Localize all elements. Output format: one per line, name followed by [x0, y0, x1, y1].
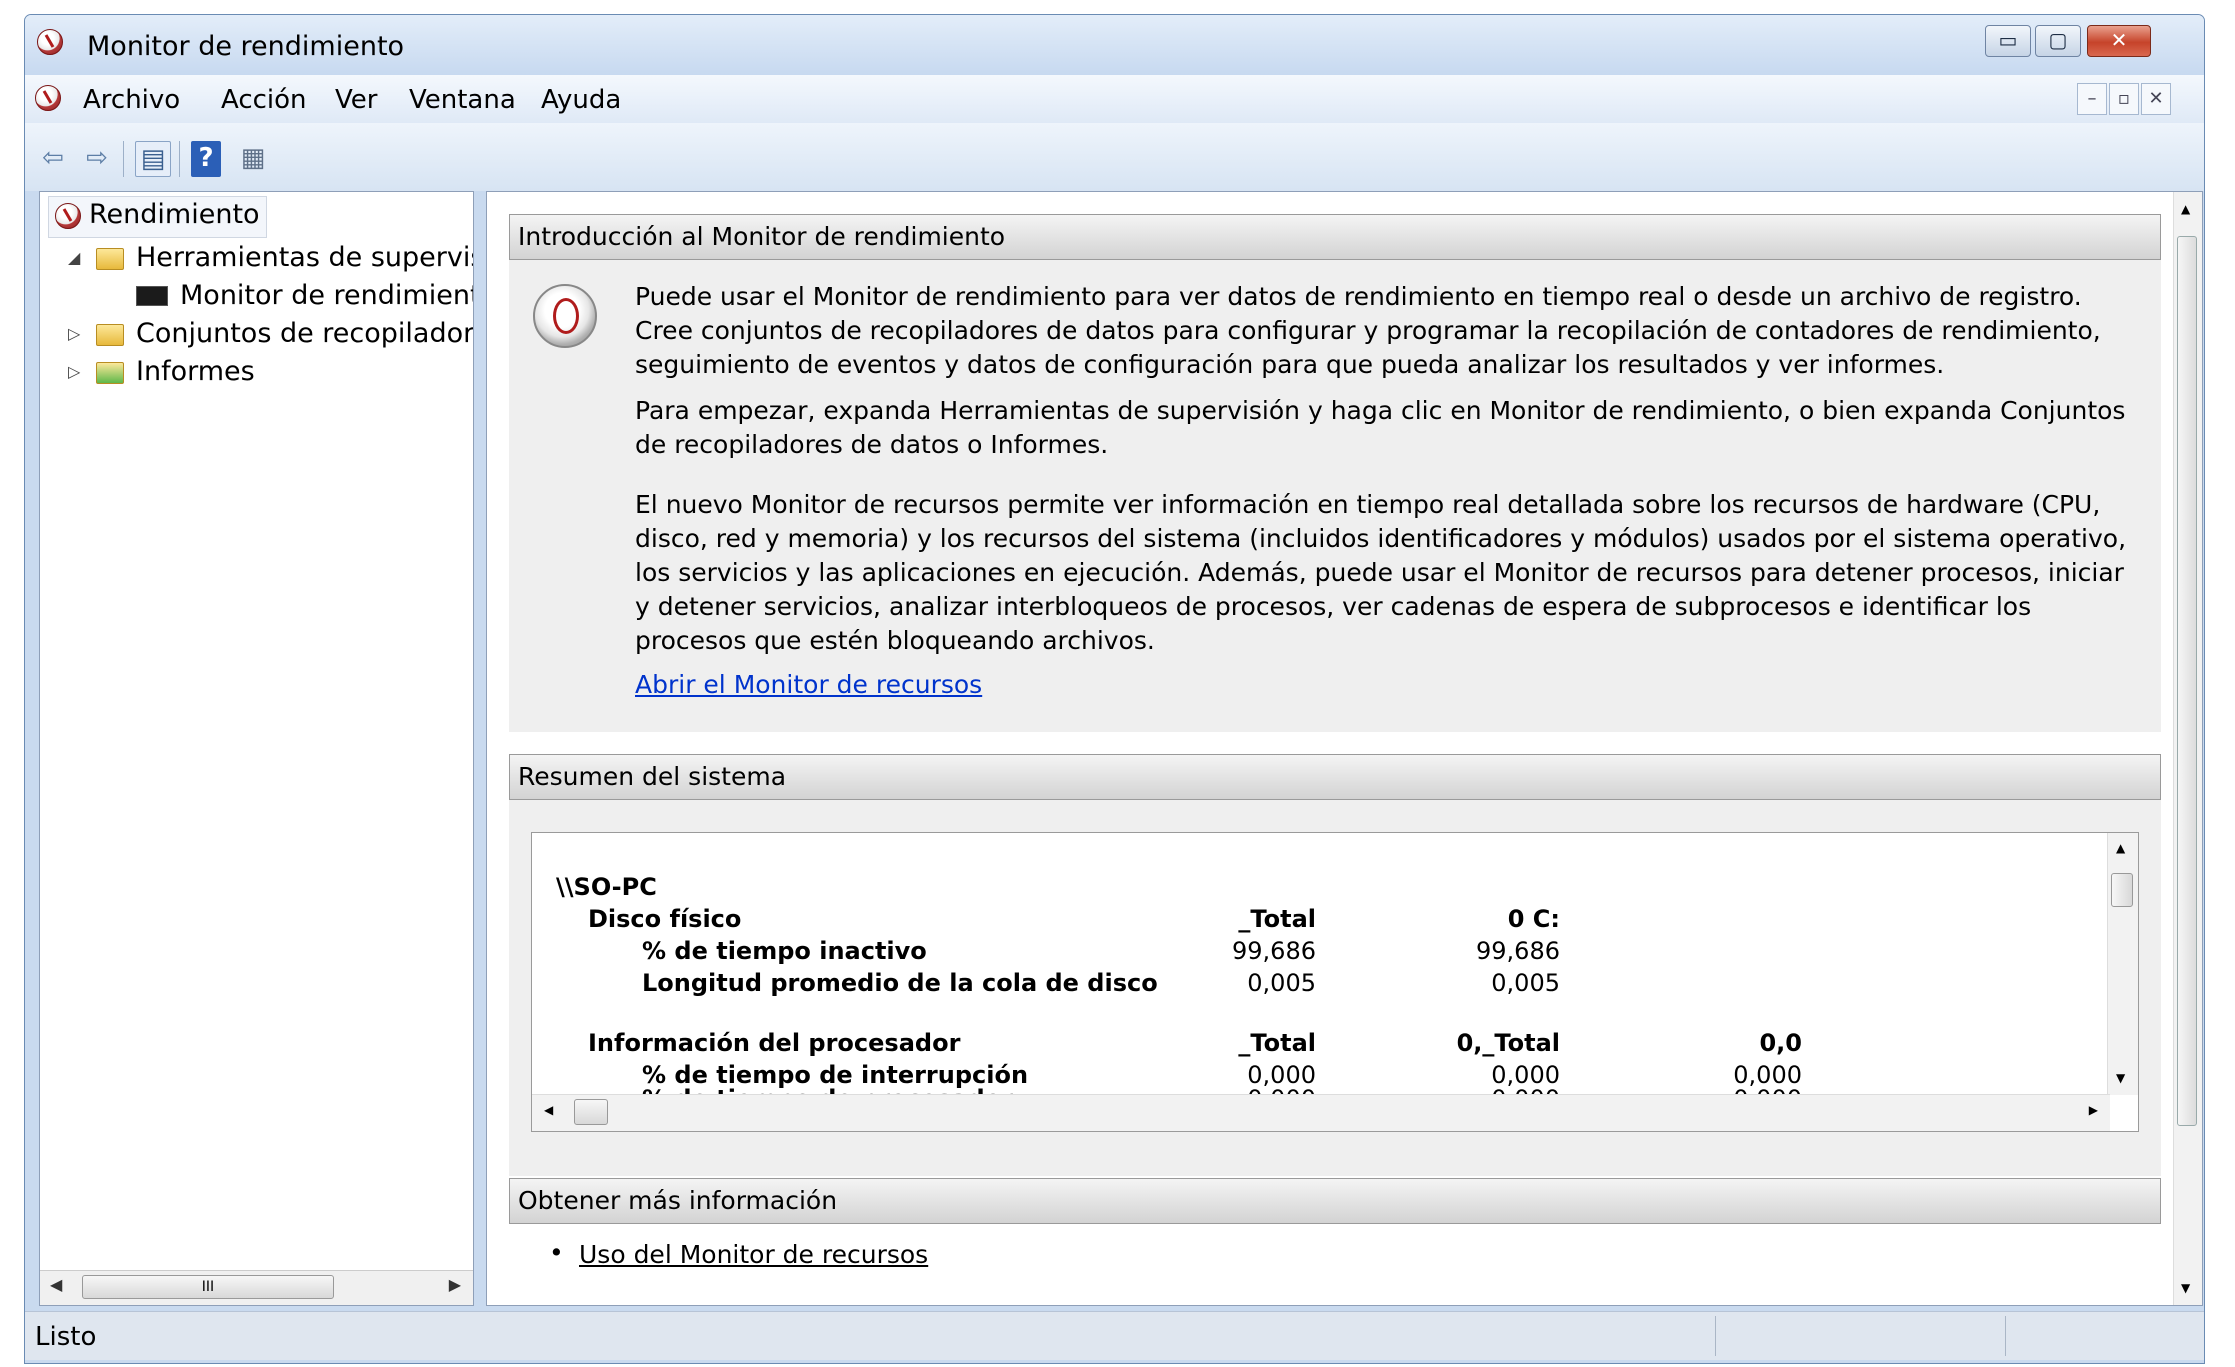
system-menu-icon[interactable]	[35, 85, 61, 111]
app-window: Monitor de rendimiento ▭ ▢ ✕ Archivo Acc…	[24, 14, 2205, 1364]
menu-bar: Archivo Acción Ver Ventana Ayuda – ▫ ✕	[25, 75, 2204, 124]
object-physical-disk: Disco físico	[588, 905, 742, 933]
tree-horizontal-scrollbar[interactable]: ◀ III ▶	[40, 1270, 473, 1305]
help-icon[interactable]: ?	[191, 141, 221, 177]
scroll-left-arrow-icon[interactable]: ◀	[50, 1275, 62, 1294]
data-collector-sets-folder-icon	[96, 324, 124, 346]
column-header: 0,0	[1759, 1029, 1802, 1057]
monitoring-tools-folder-icon	[96, 248, 124, 270]
horizontal-scroll-thumb[interactable]: III	[82, 1275, 334, 1299]
close-button[interactable]: ✕	[2087, 25, 2151, 57]
column-header: _Total	[1238, 1029, 1316, 1057]
system-summary-box: \\SO-PC Disco físico _Total 0 C: % de ti…	[531, 832, 2139, 1132]
tree-item-conjuntos[interactable]: ▷ Conjuntos de recopiladore	[40, 316, 474, 352]
perfmon-icon	[55, 203, 81, 229]
horizontal-scroll-thumb[interactable]	[574, 1099, 608, 1125]
intro-paragraph-1: Puede usar el Monitor de rendimiento par…	[635, 282, 2101, 379]
tree-item-label: Rendimiento	[89, 199, 260, 230]
intro-section-body: Puede usar el Monitor de rendimiento par…	[509, 260, 2161, 732]
scroll-left-arrow-icon[interactable]: ◀	[544, 1103, 553, 1117]
collapsed-arrow-icon[interactable]: ▷	[68, 354, 80, 390]
scroll-down-arrow-icon[interactable]: ▼	[2181, 1281, 2190, 1295]
minimize-button[interactable]: ▭	[1985, 25, 2031, 57]
scroll-down-arrow-icon[interactable]: ▼	[2116, 1071, 2125, 1085]
forward-arrow-icon[interactable]: ⇨	[79, 141, 115, 177]
window-title: Monitor de rendimiento	[87, 31, 405, 62]
mdi-close-button[interactable]: ✕	[2141, 83, 2171, 115]
scroll-right-arrow-icon[interactable]: ▶	[449, 1275, 461, 1294]
maximize-button[interactable]: ▢	[2035, 25, 2081, 57]
menu-ver[interactable]: Ver	[335, 85, 377, 115]
toolbar-separator	[123, 141, 124, 177]
vertical-scroll-thumb[interactable]	[2177, 236, 2197, 1126]
tree-item-herramientas[interactable]: ◢ Herramientas de supervisió	[40, 240, 474, 276]
object-processor-info: Información del procesador	[588, 1029, 961, 1057]
tree-item-monitor-rendimiento[interactable]: Monitor de rendimient	[40, 278, 474, 314]
mdi-restore-button[interactable]: ▫	[2109, 83, 2139, 115]
mdi-minimize-button[interactable]: –	[2077, 83, 2107, 115]
toolbar-separator	[179, 141, 180, 177]
counter-value: 99,686	[1232, 937, 1316, 965]
column-header: _Total	[1238, 905, 1316, 933]
perfmon-gauge-icon	[533, 284, 597, 348]
scroll-right-arrow-icon[interactable]: ▶	[2089, 1103, 2098, 1117]
counter-value: 0,005	[1491, 969, 1560, 997]
counter-label: % de tiempo inactivo	[642, 937, 927, 965]
resource-monitor-usage-link[interactable]: Uso del Monitor de recursos	[579, 1240, 928, 1269]
host-name: \\SO-PC	[556, 873, 657, 901]
column-header: 0,_Total	[1456, 1029, 1560, 1057]
status-divider	[2005, 1316, 2006, 1356]
summary-vertical-scrollbar[interactable]: ▲ ▼	[2107, 833, 2138, 1095]
details-pane: Introducción al Monitor de rendimiento P…	[486, 191, 2203, 1306]
vertical-scroll-thumb[interactable]	[2111, 873, 2133, 907]
details-content: Introducción al Monitor de rendimiento P…	[487, 192, 2175, 1305]
toolbar: ⇦ ⇨ ▤ ? ▦	[25, 123, 2204, 191]
tree-item-label: Monitor de rendimient	[180, 280, 474, 311]
back-arrow-icon[interactable]: ⇦	[35, 141, 71, 177]
status-bar: Listo	[25, 1311, 2204, 1360]
menu-ayuda[interactable]: Ayuda	[541, 85, 621, 115]
action-pane-icon[interactable]: ▦	[235, 141, 271, 177]
navigation-tree-pane: Rendimiento ◢ Herramientas de supervisió…	[39, 191, 474, 1306]
counter-value: 0,005	[1247, 969, 1316, 997]
menu-accion[interactable]: Acción	[221, 85, 307, 115]
more-info-section-header[interactable]: Obtener más información	[509, 1178, 2161, 1224]
tree-item-label: Informes	[136, 356, 255, 387]
open-resource-monitor-link[interactable]: Abrir el Monitor de recursos	[635, 668, 982, 702]
intro-paragraph-3: El nuevo Monitor de recursos permite ver…	[635, 490, 2127, 655]
column-header: 0 C:	[1507, 905, 1560, 933]
status-divider	[1715, 1316, 1716, 1356]
pane-splitter[interactable]	[474, 191, 486, 1306]
perfmon-app-icon	[37, 29, 63, 55]
summary-horizontal-scrollbar[interactable]: ◀ ▶	[532, 1094, 2110, 1131]
bullet-icon: •	[549, 1238, 564, 1267]
title-bar[interactable]: Monitor de rendimiento ▭ ▢ ✕	[25, 15, 2204, 75]
menu-archivo[interactable]: Archivo	[83, 85, 180, 115]
counter-value: 99,686	[1476, 937, 1560, 965]
performance-graph-icon	[136, 286, 168, 306]
summary-section-header[interactable]: Resumen del sistema	[509, 754, 2161, 800]
reports-folder-icon	[96, 362, 124, 384]
tree-item-rendimiento[interactable]: Rendimiento	[48, 196, 267, 238]
tree-item-label: Conjuntos de recopiladore	[136, 318, 474, 349]
show-hide-tree-icon[interactable]: ▤	[135, 141, 171, 177]
scroll-up-arrow-icon[interactable]: ▲	[2116, 841, 2125, 855]
menu-ventana[interactable]: Ventana	[409, 85, 516, 115]
scroll-up-arrow-icon[interactable]: ▲	[2181, 202, 2190, 216]
counter-label: Longitud promedio de la cola de disco	[642, 969, 1158, 997]
tree-item-informes[interactable]: ▷ Informes	[40, 354, 255, 390]
details-vertical-scrollbar[interactable]: ▲ ▼	[2173, 192, 2202, 1305]
collapsed-arrow-icon[interactable]: ▷	[68, 316, 80, 352]
status-text: Listo	[35, 1322, 97, 1352]
intro-section-header[interactable]: Introducción al Monitor de rendimiento	[509, 214, 2161, 260]
intro-paragraph-2: Para empezar, expanda Herramientas de su…	[635, 396, 2126, 459]
tree-item-label: Herramientas de supervisió	[136, 242, 474, 273]
expanded-arrow-icon[interactable]: ◢	[68, 240, 80, 276]
